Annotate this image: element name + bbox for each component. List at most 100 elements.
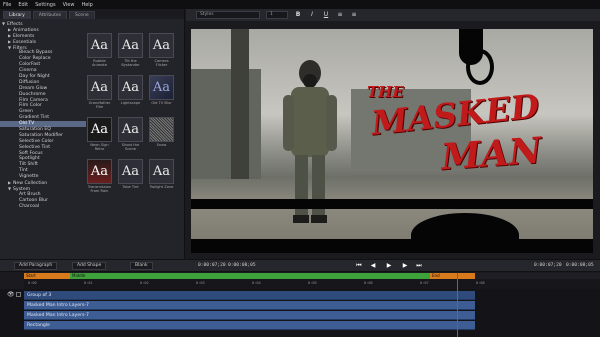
- library-panel: Library Attributes Scene ▼ Effects ▶ Animat…: [0, 9, 185, 259]
- tree-item-label: Tint: [19, 168, 28, 174]
- step-forward-icon[interactable]: ▶: [400, 262, 410, 270]
- effect-caption: Snow: [156, 143, 167, 147]
- time-tick-label: 0:04: [252, 281, 261, 285]
- effect-thumbnail[interactable]: Aa Grandfather Film: [87, 75, 112, 109]
- title-line-man: MAN: [439, 129, 544, 179]
- effect-preview-image: Aa: [149, 33, 174, 58]
- tree-item[interactable]: Charcoal: [0, 204, 86, 210]
- tree-item-label: Saturation Modifier: [19, 132, 63, 138]
- effect-thumbnail[interactable]: Aa Tilt the Bystander: [118, 33, 143, 67]
- align-left-button[interactable]: ≡: [336, 11, 344, 19]
- italic-button[interactable]: I: [308, 11, 316, 19]
- library-tabs: Library Attributes Scene: [0, 9, 184, 19]
- play-icon[interactable]: ▶: [384, 262, 394, 270]
- effect-thumbnail[interactable]: Aa Camera Flicker: [149, 33, 174, 67]
- menu-file[interactable]: File: [3, 2, 11, 8]
- time-tick-label: 0:06: [364, 281, 373, 285]
- add-paragraph-button[interactable]: Add Paragraph: [14, 262, 58, 270]
- tab-attributes[interactable]: Attributes: [32, 11, 67, 19]
- effect-caption: Tube Tint: [122, 185, 139, 189]
- tab-library[interactable]: Library: [3, 11, 31, 19]
- tree-item-label: Tilt Shift: [19, 162, 38, 168]
- menu-settings[interactable]: Settings: [35, 2, 56, 8]
- time-tick-label: 0:05: [308, 281, 317, 285]
- effect-thumbnail[interactable]: Aa Old TV Blur: [149, 75, 174, 109]
- skip-forward-icon[interactable]: ⏭: [414, 262, 424, 270]
- blank-button[interactable]: Blank: [130, 262, 153, 270]
- track-clip[interactable]: Masked Man Intro Layers-7: [24, 301, 475, 310]
- track-group[interactable]: Group of 3: [24, 291, 475, 300]
- time-tick-label: 0:01: [84, 281, 93, 285]
- effect-preview-image: Aa: [149, 159, 174, 184]
- building-left: [191, 69, 261, 179]
- effect-thumbnail[interactable]: Aa Lightscape: [118, 75, 143, 109]
- tree-item-label: Charcoal: [19, 203, 40, 209]
- style-select[interactable]: Styles: [196, 11, 260, 19]
- visibility-toggle[interactable]: [16, 292, 21, 297]
- effect-preview-image: [149, 117, 174, 142]
- menu-edit[interactable]: Edit: [18, 2, 28, 8]
- tree-item-label: Gradient Tint: [19, 115, 50, 121]
- add-shape-button[interactable]: Add Shape: [72, 262, 107, 270]
- effect-thumbnail[interactable]: Aa Bubble Animate: [87, 33, 112, 67]
- tree-item-label: Film Camera: [19, 97, 48, 103]
- timeline-ruler[interactable]: Start Middle End 0:00 0:01 0:02 0:03 0:04 0:0…: [24, 273, 600, 289]
- playhead[interactable]: [456, 273, 458, 337]
- effect-thumbnail[interactable]: Aa Twilight Zone: [149, 159, 174, 193]
- effect-caption: Old TV Blur: [151, 101, 172, 105]
- tree-item-label: Soft Focus: [19, 150, 43, 156]
- duration-right: 0:00:08;05: [566, 263, 594, 268]
- effect-caption: Neon Sign Retro: [90, 143, 109, 152]
- font-size-select[interactable]: 1: [266, 11, 288, 19]
- tree-item-label: Diffusion: [19, 79, 40, 85]
- bold-button[interactable]: B: [294, 11, 302, 19]
- effect-thumbnail[interactable]: Snow: [149, 117, 174, 151]
- effect-caption: Tilt the Bystander: [121, 59, 140, 68]
- step-back-icon[interactable]: ◀: [368, 262, 378, 270]
- effect-caption: Transmission From Rain: [87, 185, 112, 194]
- tree-item-label: Spotlight: [19, 156, 40, 162]
- letterbox-bar-top: [191, 199, 593, 209]
- effect-caption: Camera Flicker: [154, 59, 169, 68]
- dark-hook-shape: [466, 49, 494, 85]
- effect-preview-image: Aa: [118, 117, 143, 142]
- timeline-tracks: Group of 3 Masked Man Intro Layers-7 Maske…: [0, 289, 600, 337]
- chimney-tower: [231, 29, 249, 179]
- tree-item-label: Old TV: [19, 121, 35, 127]
- tree-item-label: Day for Night: [19, 74, 50, 80]
- eye-icon[interactable]: 👁: [7, 291, 15, 298]
- track-clip[interactable]: Rectangle: [24, 321, 475, 330]
- align-center-button[interactable]: ≡: [350, 11, 358, 19]
- time-tick-label: 0:00: [28, 281, 37, 285]
- skip-back-icon[interactable]: ⏮: [354, 262, 364, 270]
- tree-item-label: Film Color: [19, 103, 42, 109]
- effect-thumbnail[interactable]: Aa Tube Tint: [118, 159, 143, 193]
- effect-preview-image: Aa: [118, 159, 143, 184]
- video-preview[interactable]: THE MASKED MAN: [191, 29, 593, 253]
- effect-preview-image: Aa: [87, 33, 112, 58]
- menu-view[interactable]: View: [63, 2, 75, 8]
- current-time-right: 0:00:07;20: [534, 263, 562, 268]
- effect-caption: Twilight Zone: [149, 185, 174, 189]
- tree-item-label: ColorFast: [19, 62, 41, 68]
- preview-scene: THE MASKED MAN: [191, 29, 593, 253]
- underline-button[interactable]: U: [322, 11, 330, 19]
- transport-bar: Add Paragraph Add Shape Blank 0:00:07;20…: [0, 259, 600, 272]
- effect-thumbnail[interactable]: Aa Shoot the Scene: [118, 117, 143, 151]
- effect-thumbnail[interactable]: Aa Neon Sign Retro: [87, 117, 112, 151]
- tree-item-label: Duochrome: [19, 91, 46, 97]
- track-clip[interactable]: Masked Man Intro Layers-7: [24, 311, 475, 320]
- effect-preview-image: Aa: [87, 117, 112, 142]
- menu-help[interactable]: Help: [81, 2, 92, 8]
- tree-item-label: Essentials: [13, 39, 36, 45]
- tree-item-label: Art Brush: [19, 191, 41, 197]
- effect-caption: Bubble Animate: [91, 59, 108, 68]
- current-time-left: 0:00:07;20: [198, 263, 226, 268]
- time-tick-label: 0:07: [420, 281, 429, 285]
- tree-item-label: Selective Color: [19, 138, 54, 144]
- effect-thumbnail[interactable]: Aa Transmission From Rain: [87, 159, 112, 193]
- tab-scene[interactable]: Scene: [68, 11, 95, 19]
- time-tick-label: 0:03: [196, 281, 205, 285]
- tree-item-label: Bleach Bypass: [19, 50, 53, 56]
- effect-preview-image: Aa: [87, 75, 112, 100]
